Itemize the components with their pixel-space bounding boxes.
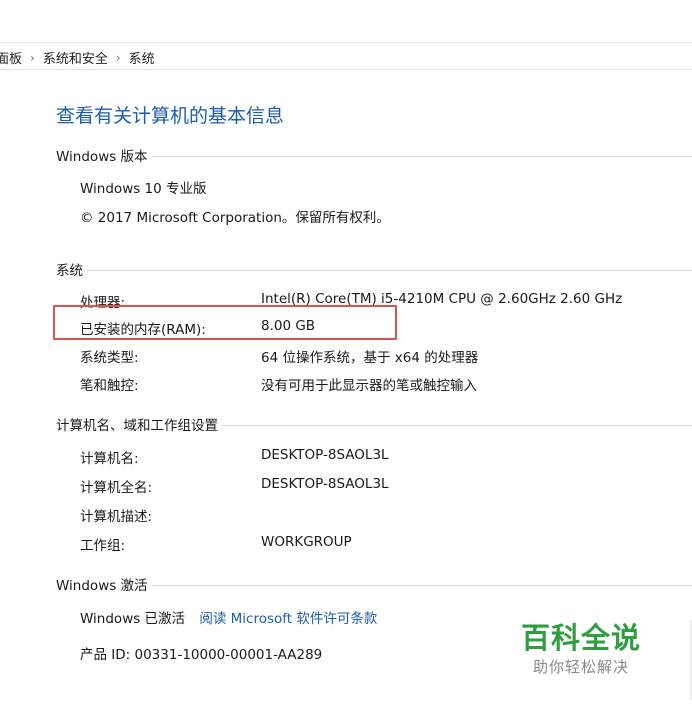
system-type-value: 64 位操作系统，基于 x64 的处理器 bbox=[261, 350, 479, 366]
breadcrumb-item-system[interactable]: 系统 bbox=[129, 48, 155, 67]
breadcrumb-item-control-panel[interactable]: 面板 bbox=[0, 48, 22, 67]
section-divider bbox=[151, 584, 692, 586]
section-heading: 系统 bbox=[56, 263, 83, 279]
section-divider bbox=[151, 155, 692, 157]
pen-touch-label: 笔和触控: bbox=[80, 378, 139, 394]
pen-touch-value: 没有可用于此显示器的笔或触控输入 bbox=[261, 378, 477, 394]
section-activation: Windows 激活 bbox=[56, 574, 692, 594]
section-divider bbox=[87, 269, 692, 271]
breadcrumb: 面板 › 系统和安全 › 系统 bbox=[0, 48, 155, 68]
activation-row: Windows 已激活 阅读 Microsoft 软件许可条款 bbox=[80, 607, 377, 627]
chevron-right-icon: › bbox=[115, 50, 121, 65]
windows-edition-value: Windows 10 专业版 bbox=[80, 181, 207, 197]
copyright-text: © 2017 Microsoft Corporation。保留所有权利。 bbox=[80, 210, 390, 226]
computer-description-label: 计算机描述: bbox=[80, 509, 153, 525]
workgroup-value: WORKGROUP bbox=[261, 534, 352, 550]
computer-name-value: DESKTOP-8SAOL3L bbox=[261, 447, 389, 463]
full-computer-name-label: 计算机全名: bbox=[80, 480, 153, 496]
section-computer-name: 计算机名、域和工作组设置 bbox=[56, 414, 692, 434]
watermark-title: 百科全说 bbox=[520, 621, 641, 655]
section-divider bbox=[222, 424, 692, 426]
watermark-logo: 百科全说 助你轻松解决 bbox=[516, 620, 646, 678]
chevron-right-icon: › bbox=[30, 50, 35, 65]
watermark-subtitle: 助你轻松解决 bbox=[532, 658, 629, 676]
product-id: 产品 ID: 00331-10000-00001-AA289 bbox=[80, 647, 323, 663]
section-heading: 计算机名、域和工作组设置 bbox=[56, 418, 218, 434]
section-system: 系统 bbox=[56, 259, 692, 279]
license-terms-link[interactable]: 阅读 Microsoft 软件许可条款 bbox=[199, 611, 377, 627]
full-computer-name-value: DESKTOP-8SAOL3L bbox=[261, 476, 389, 492]
workgroup-label: 工作组: bbox=[80, 538, 126, 554]
ram-highlight-box bbox=[53, 305, 397, 340]
page-title: 查看有关计算机的基本信息 bbox=[56, 105, 285, 127]
activation-status: Windows 已激活 bbox=[80, 611, 186, 627]
computer-name-label: 计算机名: bbox=[80, 451, 139, 467]
section-heading: Windows 版本 bbox=[56, 149, 148, 165]
system-type-label: 系统类型: bbox=[80, 350, 139, 366]
section-heading: Windows 激活 bbox=[56, 578, 148, 594]
breadcrumb-item-system-security[interactable]: 系统和安全 bbox=[43, 48, 108, 67]
section-windows-edition: Windows 版本 bbox=[56, 145, 692, 165]
